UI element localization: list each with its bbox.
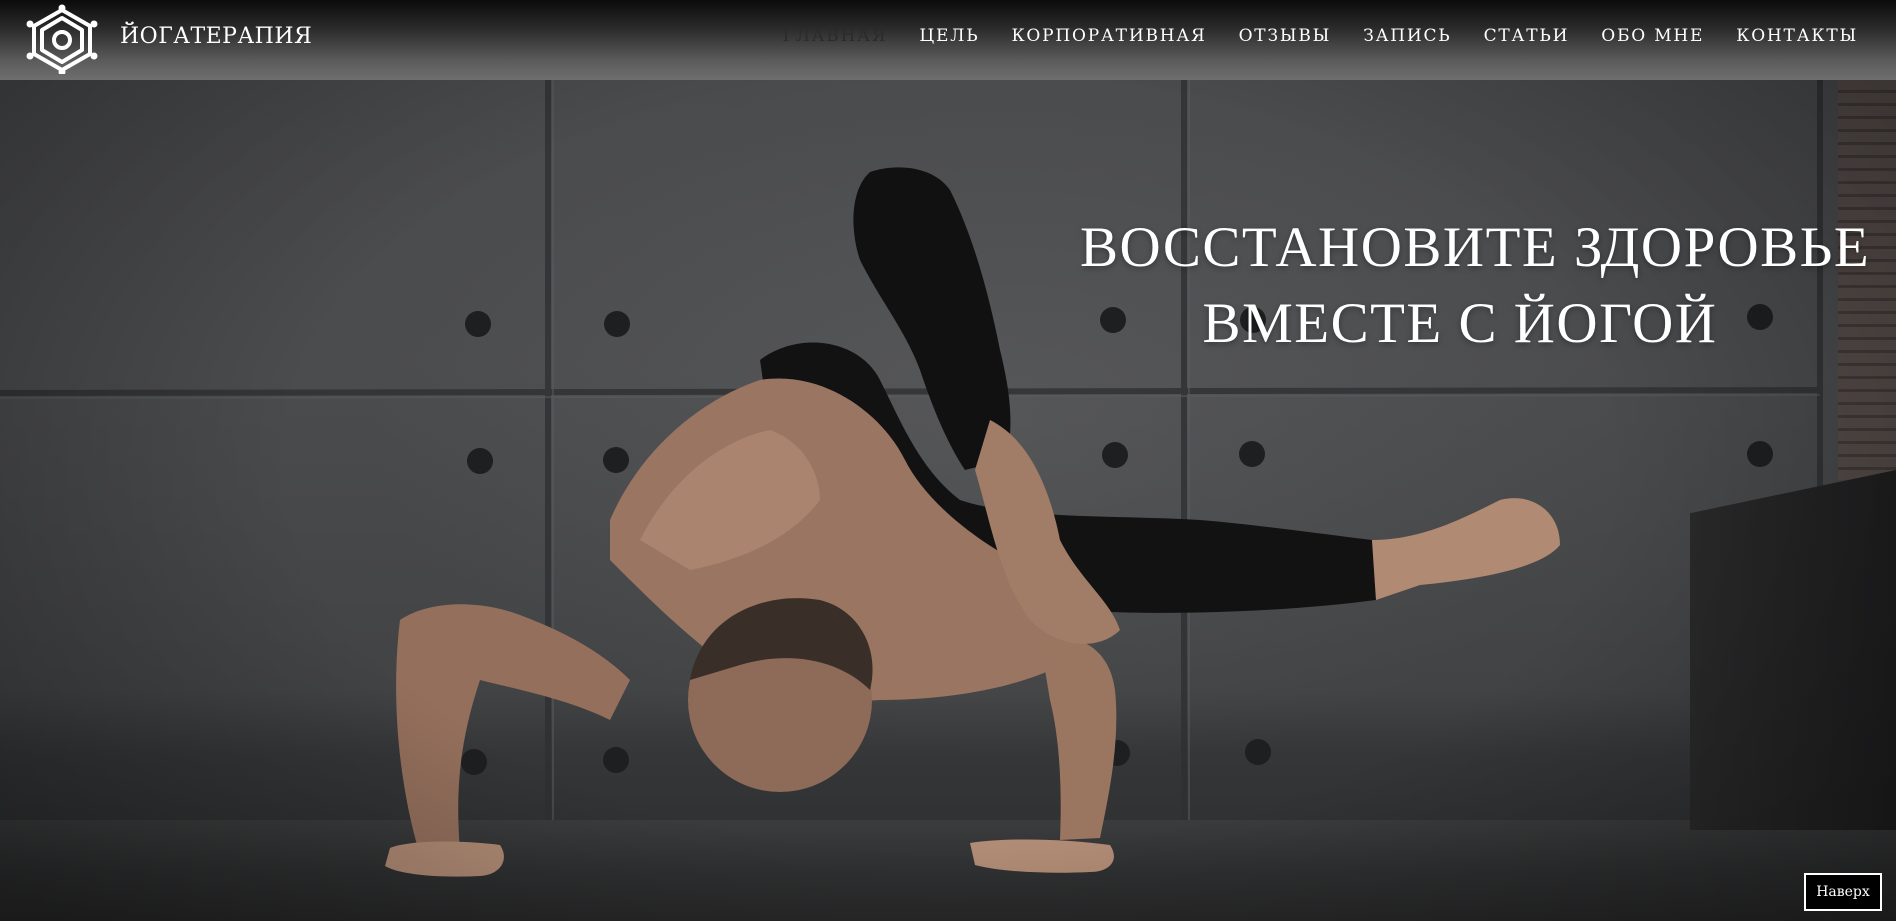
nav-item-home[interactable]: ГЛАВНАЯ bbox=[783, 26, 888, 46]
nav-item-corporate[interactable]: КОРПОРАТИВНАЯ bbox=[1011, 26, 1206, 46]
nav-item-articles[interactable]: СТАТЬИ bbox=[1484, 26, 1570, 46]
nav-item-goal[interactable]: ЦЕЛЬ bbox=[919, 26, 979, 46]
hero-background bbox=[0, 0, 1896, 921]
headline-line-2: ВМЕСТЕ С ЙОГОЙ bbox=[1202, 292, 1718, 355]
back-to-top-button[interactable]: Наверх bbox=[1804, 873, 1882, 911]
headline-line-1: ВОССТАНОВИТЕ ЗДОРОВЬЕ bbox=[1080, 216, 1871, 279]
site-header: ЙОГАТЕРАПИЯ ГЛАВНАЯ ЦЕЛЬ КОРПОРАТИВНАЯ О… bbox=[0, 0, 1896, 80]
lotus-wheel-icon[interactable] bbox=[24, 4, 100, 74]
nav-item-booking[interactable]: ЗАПИСЬ bbox=[1363, 26, 1451, 46]
main-nav: ГЛАВНАЯ ЦЕЛЬ КОРПОРАТИВНАЯ ОТЗЫВЫ ЗАПИСЬ… bbox=[751, 26, 1858, 46]
nav-item-reviews[interactable]: ОТЗЫВЫ bbox=[1239, 26, 1332, 46]
yoga-figure-image bbox=[385, 167, 1560, 877]
nav-item-contacts[interactable]: КОНТАКТЫ bbox=[1736, 26, 1858, 46]
nav-item-about[interactable]: ОБО МНЕ bbox=[1601, 26, 1704, 46]
page: ЙОГАТЕРАПИЯ ГЛАВНАЯ ЦЕЛЬ КОРПОРАТИВНАЯ О… bbox=[0, 0, 1896, 921]
brand-name[interactable]: ЙОГАТЕРАПИЯ bbox=[120, 24, 312, 49]
hero-headline: ВОССТАНОВИТЕ ЗДОРОВЬЕ ВМЕСТЕ С ЙОГОЙ bbox=[1080, 210, 1871, 362]
